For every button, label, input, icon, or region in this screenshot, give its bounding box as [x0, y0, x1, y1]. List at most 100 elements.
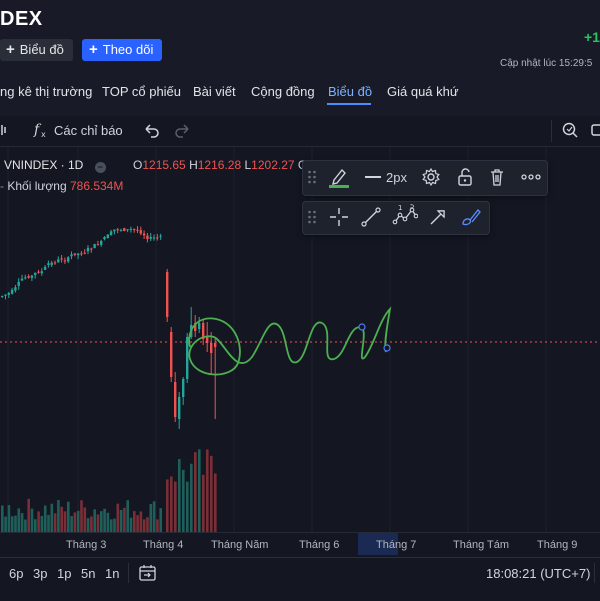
redo-icon[interactable] — [174, 122, 192, 138]
nav-tab-history[interactable]: Giá quá khứ — [387, 84, 459, 99]
volume-bar — [142, 519, 146, 532]
volume-bar — [123, 507, 126, 532]
symbol-label[interactable]: VNINDEX · 1D — [4, 158, 83, 172]
brush-icon[interactable] — [459, 205, 483, 229]
page-title: DEX — [0, 8, 43, 30]
index-change: +1 — [584, 29, 600, 45]
collapse-icon[interactable]: − — [94, 162, 106, 173]
drag-handle-icon[interactable] — [307, 169, 317, 185]
range-5n-button[interactable]: 5n — [81, 566, 95, 581]
nav-tab-top-stocks[interactable]: TOP cổ phiếu — [102, 84, 181, 99]
chart-button-label: Biểu đồ — [19, 42, 64, 57]
svg-text:x: x — [41, 130, 46, 139]
line-width-icon[interactable] — [363, 168, 383, 186]
drawing-handle[interactable] — [383, 344, 391, 352]
time-label: Tháng 4 — [143, 539, 184, 551]
candle-body — [146, 235, 149, 240]
open-label: O — [133, 158, 143, 172]
volume-bar — [83, 507, 87, 532]
settings-icon[interactable] — [421, 167, 441, 187]
plus-icon: + — [6, 41, 15, 58]
volume-bar — [63, 511, 67, 532]
nav-tab-articles[interactable]: Bài viết — [193, 84, 236, 99]
undo-icon[interactable] — [142, 122, 160, 138]
volume-bar — [43, 505, 47, 532]
volume-bar — [76, 510, 80, 532]
follow-button-label: Theo dõi — [102, 42, 154, 57]
camera-icon[interactable] — [590, 121, 600, 139]
volume-bar — [214, 473, 217, 532]
chart-type-icon[interactable] — [0, 122, 10, 138]
elliott-wave-icon[interactable]: 1 5 — [392, 204, 418, 228]
chart-button[interactable]: + Biểu đồ — [0, 39, 73, 61]
volume-bar — [24, 519, 27, 532]
candle-body — [43, 266, 47, 270]
follow-button[interactable]: + Theo dõi — [82, 39, 162, 61]
volume-bar — [4, 516, 7, 532]
volume-bar — [119, 509, 123, 532]
clock-timezone[interactable]: 18:08:21 (UTC+7) — [486, 566, 590, 581]
volume-bar — [20, 513, 24, 532]
volume-legend: - Khối lượng 786.534M — [0, 179, 124, 193]
unlock-icon[interactable] — [456, 167, 474, 187]
time-label: Tháng 9 — [537, 539, 578, 551]
volume-bar — [86, 518, 90, 532]
volume-bar — [136, 515, 139, 532]
candle-body — [1, 296, 4, 298]
volume-bar — [139, 511, 143, 532]
arrow-icon[interactable] — [427, 206, 449, 228]
date-range-icon[interactable] — [138, 563, 158, 583]
candle-body — [103, 236, 106, 240]
range-1n-button[interactable]: 1n — [105, 566, 119, 581]
range-1p-button[interactable]: 1p — [57, 566, 71, 581]
brush-drawing[interactable] — [188, 306, 392, 376]
range-3p-button[interactable]: 3p — [33, 566, 47, 581]
volume-bar — [103, 508, 106, 532]
volume-bar — [206, 449, 209, 532]
range-6p-button[interactable]: 6p — [9, 566, 23, 581]
zoom-settings-icon[interactable] — [561, 121, 579, 139]
nav-tab-chart[interactable]: Biểu đồ — [328, 84, 372, 99]
candle-body — [34, 272, 37, 275]
candle-body — [142, 233, 146, 236]
volume-bar — [80, 500, 83, 532]
candle-body — [210, 343, 213, 353]
candle-body — [159, 235, 162, 237]
indicators-button[interactable]: Các chỉ báo — [54, 123, 123, 138]
candle-body — [136, 229, 139, 231]
open-value: 1215.65 — [142, 158, 186, 172]
candle-body — [14, 287, 17, 291]
volume-bar — [93, 509, 96, 532]
candle-body — [50, 262, 53, 266]
candle-body — [178, 397, 181, 419]
crosshair-icon[interactable] — [328, 206, 350, 228]
candle-body — [90, 248, 93, 250]
nav-tab-market-stats[interactable]: ng kê thị trường — [0, 84, 92, 99]
volume-bar — [182, 469, 185, 532]
function-icon[interactable]: f x — [32, 121, 50, 139]
candle-body — [40, 271, 43, 274]
volume-bar — [159, 508, 162, 532]
nav-tab-community[interactable]: Cộng đồng — [251, 84, 315, 99]
more-icon[interactable] — [520, 172, 542, 182]
pencil-icon[interactable] — [327, 165, 351, 189]
candle-body — [47, 263, 50, 266]
line-width-value[interactable]: 2px — [386, 170, 407, 185]
drawing-handle[interactable] — [358, 323, 366, 331]
trash-icon[interactable] — [488, 167, 506, 187]
volume-bar — [14, 515, 17, 532]
volume-bar — [109, 519, 113, 532]
time-label: Tháng 7 — [376, 539, 417, 551]
time-label: Tháng Tám — [453, 539, 510, 551]
drag-handle-icon[interactable] — [307, 209, 317, 225]
candle-body — [73, 253, 76, 255]
price-chart[interactable] — [0, 147, 600, 532]
candle-body — [152, 237, 156, 239]
volume-bar — [174, 481, 177, 532]
volume-bar — [30, 508, 34, 532]
trend-line-icon[interactable] — [360, 206, 382, 228]
high-label: H — [189, 158, 198, 172]
volume-bar — [198, 449, 201, 532]
candle-body — [57, 259, 60, 263]
volume-bar — [53, 513, 57, 532]
